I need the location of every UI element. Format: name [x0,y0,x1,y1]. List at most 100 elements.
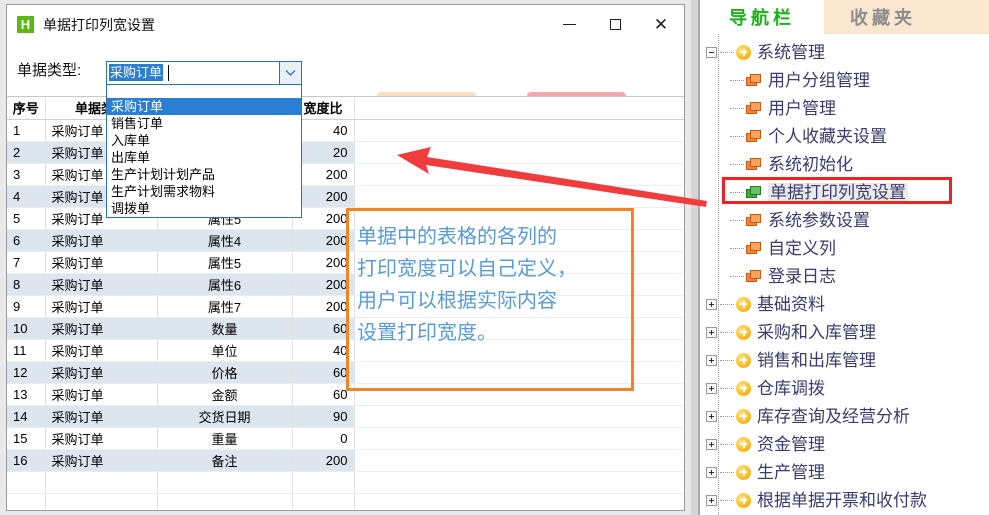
cell-width-ratio[interactable]: 0 [292,427,355,450]
tree-item-leaf[interactable]: 用户管理 [700,94,989,122]
cell-index[interactable]: 12 [7,361,46,384]
cell-doc-type[interactable]: 采购订单 [45,339,158,362]
expand-icon[interactable] [706,410,717,422]
tree-item-group[interactable]: 资金管理 [700,430,989,458]
cell-index[interactable]: 15 [7,427,46,450]
cell-attribute[interactable]: 属性4 [157,229,293,252]
cell-index[interactable]: 3 [7,163,46,186]
tree-item-leaf[interactable]: 自定义列 [700,234,989,262]
cell-attribute[interactable]: 重量 [157,427,293,450]
tree-item-leaf[interactable]: 个人收藏夹设置 [700,122,989,150]
tree-item-group[interactable]: 系统管理 [700,38,989,66]
doc-type-combobox[interactable]: 采购订单 [106,61,302,85]
expand-icon[interactable] [706,466,717,478]
expand-icon[interactable] [706,326,717,338]
tree-item-label: 系统管理 [757,42,825,62]
cell-index[interactable]: 10 [7,317,46,340]
cell-width-ratio[interactable]: 200 [292,251,355,274]
cell-doc-type[interactable]: 采购订单 [45,229,158,252]
nav-scrollbar[interactable] [691,0,699,515]
expand-icon[interactable] [706,438,717,450]
table-row-empty[interactable] [7,471,684,494]
cell-doc-type[interactable]: 采购订单 [45,383,158,406]
maximize-icon[interactable] [592,5,638,44]
cell-width-ratio[interactable]: 60 [292,361,355,384]
tree-connector-dots [720,331,734,333]
tree-item-leaf[interactable]: 登录日志 [700,262,989,290]
table-row[interactable]: 14 采购订单 交货日期 90 [7,405,684,428]
cell-attribute[interactable]: 交货日期 [157,405,293,428]
cell-width-ratio[interactable]: 200 [292,273,355,296]
tab-favorites[interactable]: 收藏夹 [824,0,942,34]
expand-icon[interactable] [706,354,717,366]
cell-attribute[interactable]: 备注 [157,449,293,472]
chevron-down-icon[interactable] [279,62,301,84]
tree-item-group[interactable]: 采购和入库管理 [700,318,989,346]
cell-index[interactable]: 1 [7,119,46,142]
collapse-icon[interactable] [706,46,717,58]
tree-item-group[interactable]: 销售和出库管理 [700,346,989,374]
cell-index[interactable]: 5 [7,207,46,230]
cell-attribute[interactable]: 属性6 [157,273,293,296]
cell-index[interactable]: 14 [7,405,46,428]
minimize-icon[interactable] [546,5,592,44]
cell-index[interactable]: 8 [7,273,46,296]
cell-width-ratio[interactable]: 90 [292,405,355,428]
cell-width-ratio[interactable]: 60 [292,383,355,406]
cell-width-ratio[interactable]: 200 [292,449,355,472]
cell-index[interactable]: 9 [7,295,46,318]
cell-index[interactable]: 16 [7,449,46,472]
cell-index[interactable]: 11 [7,339,46,362]
cell-attribute[interactable]: 数量 [157,317,293,340]
table-row-empty[interactable] [7,493,684,510]
expand-icon[interactable] [706,298,717,310]
cell-doc-type[interactable]: 采购订单 [45,449,158,472]
cell-index[interactable]: 6 [7,229,46,252]
tree-item-group[interactable]: 生产管理 [700,458,989,486]
cell-index[interactable]: 4 [7,185,46,208]
dropdown-option[interactable]: 生产计划需求物料 [107,183,301,200]
expand-icon[interactable] [706,494,717,506]
cell-attribute[interactable]: 金额 [157,383,293,406]
cell-doc-type[interactable]: 采购订单 [45,295,158,318]
cell-attribute[interactable]: 价格 [157,361,293,384]
cell-attribute[interactable]: 属性5 [157,251,293,274]
dropdown-option[interactable]: 生产计划计划产品 [107,166,301,183]
cell-width-ratio[interactable]: 60 [292,317,355,340]
cell-index[interactable]: 2 [7,141,46,164]
cell-doc-type[interactable]: 采购订单 [45,405,158,428]
cell-index[interactable]: 7 [7,251,46,274]
dropdown-option[interactable]: 入库单 [107,132,301,149]
close-icon[interactable]: ✕ [638,5,684,44]
dropdown-option[interactable]: 调拨单 [107,200,301,217]
cell-attribute[interactable]: 单位 [157,339,293,362]
doc-type-dropdown-list[interactable]: 采购订单 销售订单 入库单 出库单 生产计划计划产品 生产计划需求物料 调拨单 [106,85,302,218]
tree-item-leaf[interactable]: 单据打印列宽设置 [700,178,989,206]
tree-item-leaf[interactable]: 系统初始化 [700,150,989,178]
dropdown-option[interactable]: 采购订单 [107,98,301,115]
column-header-no[interactable]: 序号 [7,97,46,120]
tree-item-group[interactable]: 根据单据开票和收付款 [700,486,989,514]
table-row[interactable]: 15 采购订单 重量 0 [7,427,684,450]
tree-item-group[interactable]: 基础资料 [700,290,989,318]
tab-navigation[interactable]: 导航栏 [700,0,824,34]
cell-doc-type[interactable]: 采购订单 [45,361,158,384]
cell-width-ratio[interactable]: 40 [292,339,355,362]
tree-item-leaf[interactable]: 系统参数设置 [700,206,989,234]
cell-doc-type[interactable]: 采购订单 [45,317,158,340]
cell-width-ratio[interactable]: 200 [292,229,355,252]
tree-item-group[interactable]: 库存查询及经营分析 [700,402,989,430]
tree-item-group[interactable]: 仓库调拨 [700,374,989,402]
dropdown-option[interactable]: 销售订单 [107,115,301,132]
cell-doc-type[interactable]: 采购订单 [45,251,158,274]
cell-doc-type[interactable]: 采购订单 [45,427,158,450]
tree-item-leaf[interactable]: 用户分组管理 [700,66,989,94]
dropdown-option[interactable]: 出库单 [107,149,301,166]
cell-width-ratio[interactable]: 200 [292,295,355,318]
cell-index[interactable]: 13 [7,383,46,406]
cell-doc-type[interactable]: 采购订单 [45,273,158,296]
table-row[interactable]: 16 采购订单 备注 200 [7,449,684,472]
cell-blank [354,427,684,450]
expand-icon[interactable] [706,382,717,394]
cell-attribute[interactable]: 属性7 [157,295,293,318]
